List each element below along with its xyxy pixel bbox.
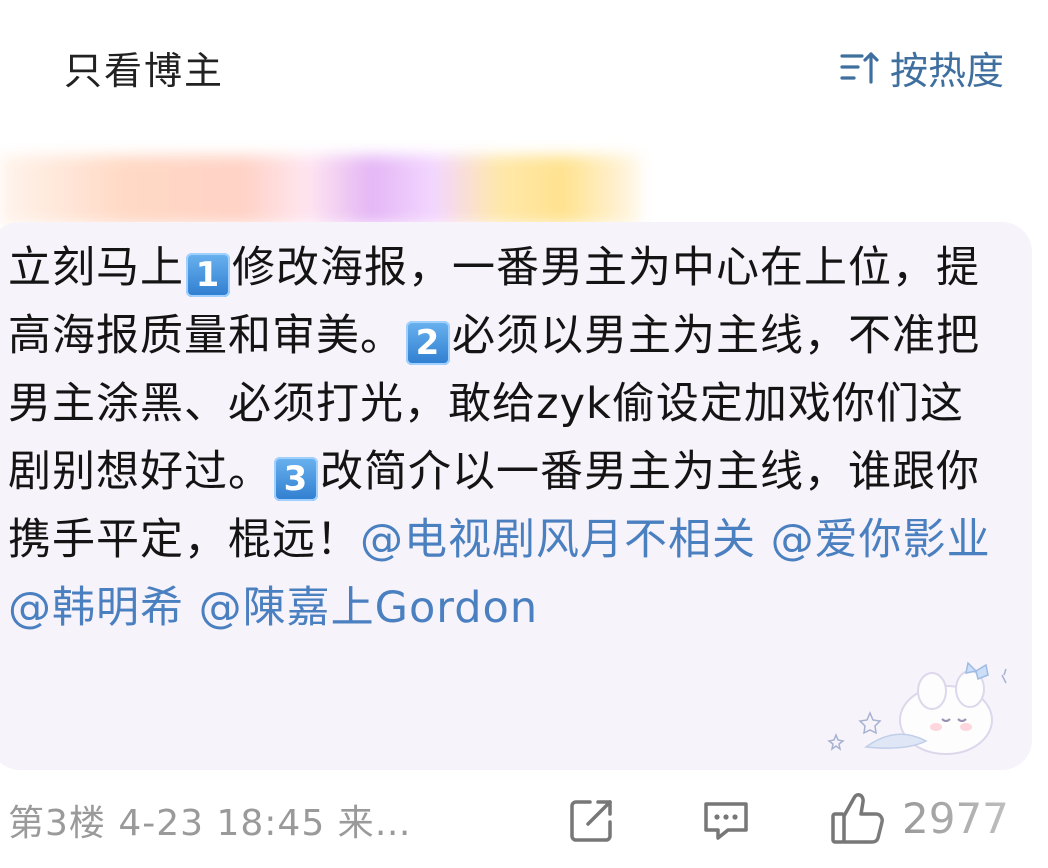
mention-link[interactable]: @陳嘉上Gordon: [199, 583, 538, 633]
like-icon: [831, 793, 884, 844]
sort-label: 按热度: [889, 49, 1004, 93]
number-one-emoji: 1: [186, 253, 230, 297]
sort-by-hot-button[interactable]: 按热度: [838, 40, 1004, 95]
number-two-emoji: 2: [406, 321, 450, 365]
comment-content: 立刻马上 1 修改海报，一番男主为中心在上位，提高海报质量和审美。 2 必须以男主为主线…: [8, 234, 998, 642]
comment-footer: 第3楼 4-23 18:45 来… 2977: [0, 780, 1048, 868]
sort-icon: [840, 51, 879, 84]
share-icon[interactable]: [566, 794, 618, 846]
bunny-sticker: [827, 661, 1007, 755]
content-text: 立刻马上: [8, 243, 184, 293]
number-three-emoji: 3: [274, 457, 318, 501]
floor-time-info: 第3楼 4-23 18:45 来…: [8, 803, 412, 844]
mention-link[interactable]: @电视剧风月不相关: [360, 515, 756, 565]
only-poster-toggle[interactable]: 只看博主: [64, 40, 224, 95]
like-count: 2977: [902, 793, 1009, 843]
mention-link[interactable]: @韩明希: [8, 583, 184, 633]
header: 只看博主 按热度: [0, 0, 1048, 140]
like-button[interactable]: 2977: [828, 788, 1009, 848]
blurred-username: [0, 155, 640, 225]
mention-link[interactable]: @爱你影业: [771, 515, 991, 565]
comment-icon[interactable]: [700, 794, 752, 846]
